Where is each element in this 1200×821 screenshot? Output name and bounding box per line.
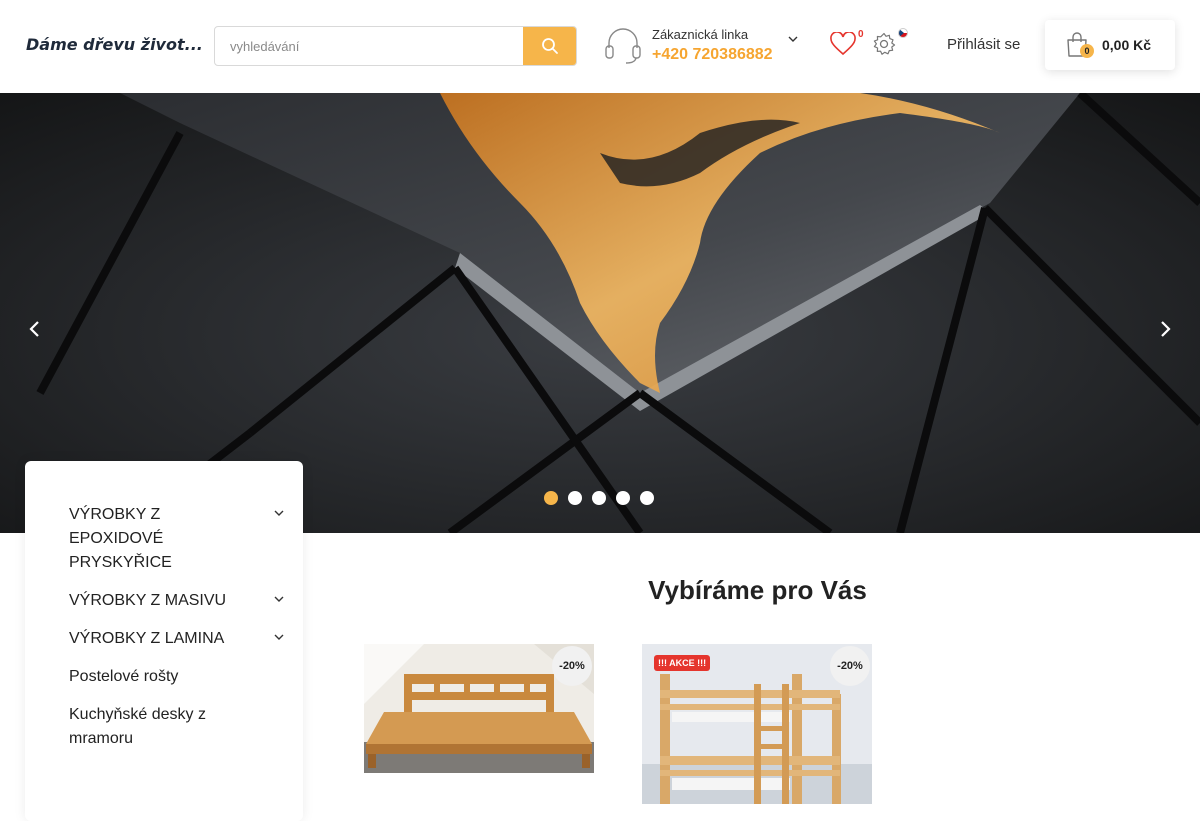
section-title: Vybíráme pro Vás [648, 575, 867, 605]
support-label: Zákaznická linka [652, 27, 749, 42]
slider-dot-1[interactable] [544, 491, 558, 505]
cart-button[interactable]: 0 0,00 Kč [1045, 20, 1175, 70]
category-label: Kuchyňské desky z mramoru [69, 706, 206, 747]
discount-badge: -20% [552, 646, 592, 686]
category-item-lamino[interactable]: VÝROBKY Z LAMINA [69, 627, 284, 651]
search-icon [541, 38, 558, 54]
search-button[interactable] [523, 27, 576, 65]
chevron-down-icon[interactable] [273, 507, 285, 519]
cart-total: 0,00 Kč [1102, 37, 1152, 53]
site-header: Dáme dřevu život... Zákaznická linka +42… [0, 0, 1200, 93]
cart-count: 0 [1080, 44, 1094, 58]
category-menu: VÝROBKY Z EPOXIDOVÉ PRYSKYŘICE VÝROBKY Z… [25, 461, 303, 821]
category-label: VÝROBKY Z MASIVU [69, 592, 227, 609]
chevron-down-icon[interactable] [273, 593, 285, 605]
slider-dot-5[interactable] [640, 491, 654, 505]
category-label: VÝROBKY Z EPOXIDOVÉ PRYSKYŘICE [69, 506, 172, 571]
category-item-epoxy[interactable]: VÝROBKY Z EPOXIDOVÉ PRYSKYŘICE [69, 503, 284, 575]
settings-button[interactable] [872, 28, 912, 58]
discount-badge: -20% [830, 646, 870, 686]
slider-dot-4[interactable] [616, 491, 630, 505]
chevron-right-icon [1161, 321, 1171, 337]
wishlist-count: 0 [858, 29, 864, 40]
product-image[interactable]: !!! AKCE !!! -20% [642, 644, 872, 804]
chevron-left-icon [29, 321, 39, 337]
slider-prev-button[interactable] [15, 309, 55, 349]
support-phone[interactable]: +420 720386882 [652, 46, 773, 64]
gear-icon [873, 32, 896, 55]
slider-dot-2[interactable] [568, 491, 582, 505]
product-card[interactable]: -20% [364, 644, 594, 773]
search-input[interactable] [215, 27, 525, 65]
wishlist-button[interactable]: 0 [830, 29, 866, 58]
category-label: VÝROBKY Z LAMINA [69, 630, 225, 647]
product-card[interactable]: !!! AKCE !!! -20% [642, 644, 872, 804]
slider-next-button[interactable] [1145, 309, 1185, 349]
category-item-rosty[interactable]: Postelové rošty [69, 665, 269, 689]
heart-icon [830, 31, 856, 56]
chevron-down-icon[interactable] [788, 34, 798, 44]
site-logo[interactable]: Dáme dřevu život... [26, 35, 203, 54]
slider-dot-3[interactable] [592, 491, 606, 505]
czech-flag-icon[interactable] [898, 28, 908, 38]
slider-dots [544, 491, 654, 505]
sale-badge: !!! AKCE !!! [654, 655, 711, 671]
category-label: Postelové rošty [69, 668, 179, 685]
headset-icon [605, 28, 641, 64]
chevron-down-icon[interactable] [273, 631, 285, 643]
product-image[interactable]: -20% [364, 644, 594, 773]
search-bar [214, 26, 577, 66]
category-item-mramor[interactable]: Kuchyňské desky z mramoru [69, 703, 269, 751]
login-link[interactable]: Přihlásit se [947, 36, 1020, 53]
category-item-masiv[interactable]: VÝROBKY Z MASIVU [69, 589, 284, 613]
customer-support[interactable]: Zákaznická linka +420 720386882 [604, 24, 804, 68]
